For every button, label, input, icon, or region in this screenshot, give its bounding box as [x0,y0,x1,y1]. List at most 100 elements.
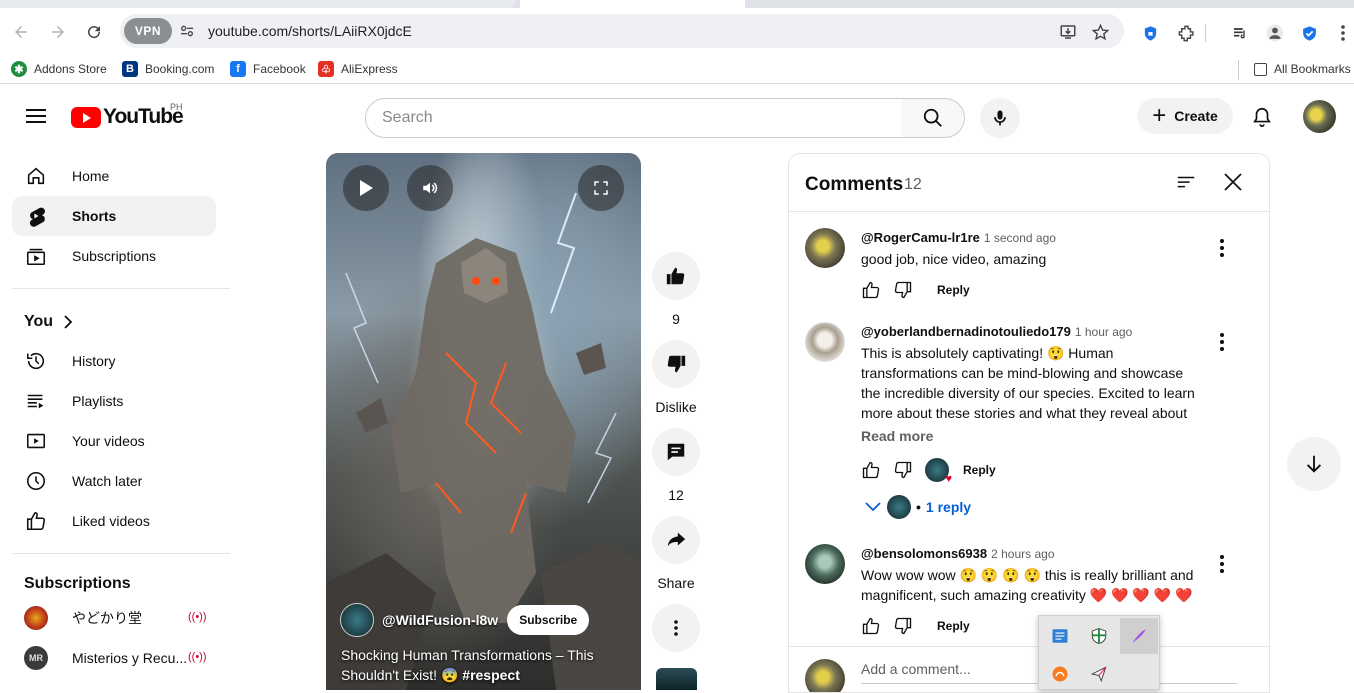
fullscreen-button[interactable] [578,165,624,211]
microphone-icon [994,110,1006,126]
search-button[interactable] [901,98,965,138]
comment-author[interactable]: @yoberlandbernadinotouliedo179 [861,324,1071,339]
create-button[interactable]: + Create [1137,98,1233,134]
bookmark-booking[interactable]: B Booking.com [122,60,214,78]
active-tab[interactable] [520,0,745,8]
subscribe-button[interactable]: Subscribe [507,605,590,635]
search-icon [923,108,942,127]
sidebar-item-your-videos[interactable]: Your videos [12,421,216,461]
share-button[interactable] [652,516,700,564]
you-section-heading[interactable]: You [24,313,73,331]
short-hashtag[interactable]: #respect [462,667,520,683]
privacy-extension-icon[interactable] [1139,23,1161,43]
sidebar-item-playlists[interactable]: Playlists [12,381,216,421]
short-title[interactable]: Shocking Human Transformations – This Sh… [341,645,621,685]
comment-time[interactable]: 1 hour ago [1075,325,1132,339]
account-avatar[interactable] [1303,100,1336,133]
all-bookmarks[interactable]: All Bookmarks [1254,60,1351,78]
like-outline-icon[interactable] [861,616,881,636]
comment-menu-icon[interactable] [1213,553,1231,575]
install-app-icon[interactable] [1058,22,1078,42]
hamburger-menu-icon[interactable] [22,105,50,129]
forward-icon[interactable] [45,19,71,45]
notifications-bell-icon[interactable] [1248,103,1276,131]
sidebar-item-subscriptions[interactable]: Subscriptions [12,236,216,276]
dislike-outline-icon[interactable] [893,460,913,480]
comment-time[interactable]: 1 second ago [984,231,1056,245]
close-icon[interactable] [1221,170,1245,194]
site-settings-icon[interactable] [178,22,196,40]
dislike-button[interactable] [652,340,700,388]
short-creator: @WildFusion-l8w Subscribe [340,603,590,637]
security-shield-icon[interactable] [1298,23,1320,43]
sidebar-item-history[interactable]: History [12,341,216,381]
like-button[interactable] [652,252,700,300]
thumbs-up-filled-icon [666,267,685,285]
comment-avatar[interactable] [805,228,845,268]
comment-avatar[interactable] [805,322,845,362]
sidebar-item-liked-videos[interactable]: Liked videos [12,501,216,541]
comment-time[interactable]: 2 hours ago [991,547,1054,561]
comment-menu-icon[interactable] [1213,331,1231,353]
creator-name[interactable]: @WildFusion-l8w [382,612,498,628]
sidebar-divider [12,288,230,289]
short-video-player[interactable]: @WildFusion-l8w Subscribe Shocking Human… [326,153,641,690]
bookmark-addons-store[interactable]: ✱ Addons Store [11,60,107,78]
thumbs-down-filled-icon [667,355,686,373]
feed-app-icon[interactable] [1041,656,1079,692]
sidebar-item-label: Your videos [72,433,145,449]
extensions-icon[interactable] [1175,23,1197,43]
voice-search-button[interactable] [980,98,1020,138]
like-outline-icon[interactable] [861,460,881,480]
network-app-icon[interactable] [1041,618,1079,654]
creator-avatar[interactable] [340,603,374,637]
play-button[interactable] [343,165,389,211]
more-options-button[interactable] [652,604,700,652]
home-icon [24,164,48,188]
comment-avatar[interactable] [805,544,845,584]
volume-button[interactable] [407,165,453,211]
read-more-link[interactable]: Read more [861,428,933,444]
like-outline-icon[interactable] [861,280,881,300]
sidebar-item-home[interactable]: Home [12,156,216,196]
browser-menu-icon[interactable] [1332,23,1354,43]
dislike-outline-icon[interactable] [893,616,913,636]
url-text[interactable]: youtube.com/shorts/LAiiRX0jdcE [208,23,412,39]
sound-thumbnail[interactable] [656,668,697,690]
comment-author[interactable]: @bensolomons6938 [861,546,987,561]
reply-button[interactable]: Reply [963,463,996,477]
media-controls-icon[interactable] [1229,23,1251,43]
reply-button[interactable]: Reply [937,283,970,297]
vpn-badge[interactable]: VPN [124,18,172,44]
search-input[interactable]: Search [365,98,902,138]
bookmark-facebook[interactable]: f Facebook [230,60,306,78]
shorts-icon [24,204,48,228]
sidebar-sub-channel[interactable]: MR Misterios y Recu... ((•)) [12,638,216,678]
security-app-icon[interactable] [1080,618,1118,654]
comments-button[interactable] [652,428,700,476]
profile-icon[interactable] [1264,23,1286,43]
reload-icon[interactable] [81,19,107,45]
bookmark-star-icon[interactable] [1090,22,1110,42]
next-short-button[interactable] [1287,437,1341,491]
inactive-tab[interactable] [0,0,515,8]
address-bar[interactable]: VPN youtube.com/shorts/LAiiRX0jdcE [120,14,1124,48]
dislike-outline-icon[interactable] [893,280,913,300]
pen-app-icon[interactable] [1120,618,1158,654]
sidebar-sub-channel[interactable]: やどかり堂 ((•)) [12,598,216,638]
sender-app-icon[interactable] [1080,656,1118,692]
youtube-logo[interactable]: YouTube PH [71,102,184,129]
comment-menu-icon[interactable] [1213,237,1231,259]
channel-name: やどかり堂 [72,610,142,626]
sidebar-item-watch-later[interactable]: Watch later [12,461,216,501]
view-replies-button[interactable]: • 1 reply [865,495,971,519]
comment-author[interactable]: @RogerCamu-lr1re [861,230,980,245]
bookmarks-divider [1238,60,1239,80]
comments-count: 12 [904,176,922,193]
share-label: Share [657,575,695,591]
sidebar-item-shorts[interactable]: Shorts [12,196,216,236]
bookmark-aliexpress[interactable]: ♧ AliExpress [318,60,398,78]
reply-button[interactable]: Reply [937,619,970,633]
sort-icon[interactable] [1175,172,1197,194]
back-icon[interactable] [8,19,34,45]
